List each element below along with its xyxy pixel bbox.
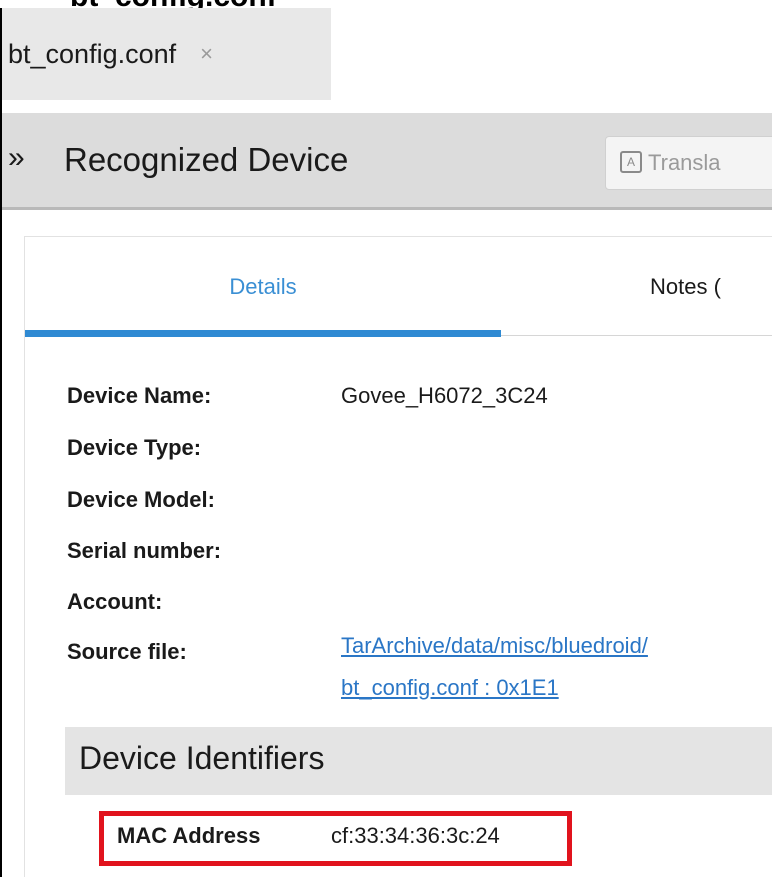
source-file-link-line1[interactable]: TarArchive/data/misc/bluedroid/ [341,633,648,659]
translate-button[interactable]: A Transla [605,136,772,190]
mac-address-label: MAC Address [117,823,261,848]
tab-notes-label: Notes ( [650,274,721,299]
file-tab-bar: bt_config.conf × [2,8,772,100]
device-name-label: Device Name: [67,383,212,408]
device-identifiers-title: Device Identifiers [79,740,325,776]
device-identifiers-header: Device Identifiers [65,727,772,795]
translate-icon: A [620,151,642,173]
page-header: » Recognized Device A Transla [2,113,772,210]
tabs-divider [501,335,772,336]
translate-button-label: Transla [648,150,721,175]
close-icon[interactable]: × [200,41,213,67]
account-label: Account: [67,589,163,614]
clipped-title-fragment: bt_config.conf [70,0,277,8]
device-name-value: Govee_H6072_3C24 [341,383,548,408]
active-tab-indicator [25,330,501,337]
file-tab-bt-config[interactable]: bt_config.conf × [2,8,331,100]
device-model-label: Device Model: [67,487,215,512]
device-details-card: Details Notes ( Device Name: Govee_H6072… [24,236,772,877]
tab-details-label: Details [229,274,297,299]
file-tab-label: bt_config.conf [8,38,177,69]
source-file-link-line2[interactable]: bt_config.conf : 0x1E1 [341,675,559,701]
top-clipped-strip: bt_config.conf [0,0,772,8]
device-type-label: Device Type: [67,435,202,460]
mac-address-row: MAC Address cf:33:34:36:3c:24 [65,795,772,877]
page-title: Recognized Device [64,141,349,178]
tab-details[interactable]: Details [25,237,501,337]
mac-address-value: cf:33:34:36:3c:24 [331,823,500,848]
expand-chevron-icon[interactable]: » [8,141,25,175]
source-file-label: Source file: [67,639,187,664]
tab-notes[interactable]: Notes ( [650,237,721,337]
app-window: bt_config.conf bt_config.conf × » Recogn… [0,0,772,877]
serial-number-label: Serial number: [67,538,222,563]
